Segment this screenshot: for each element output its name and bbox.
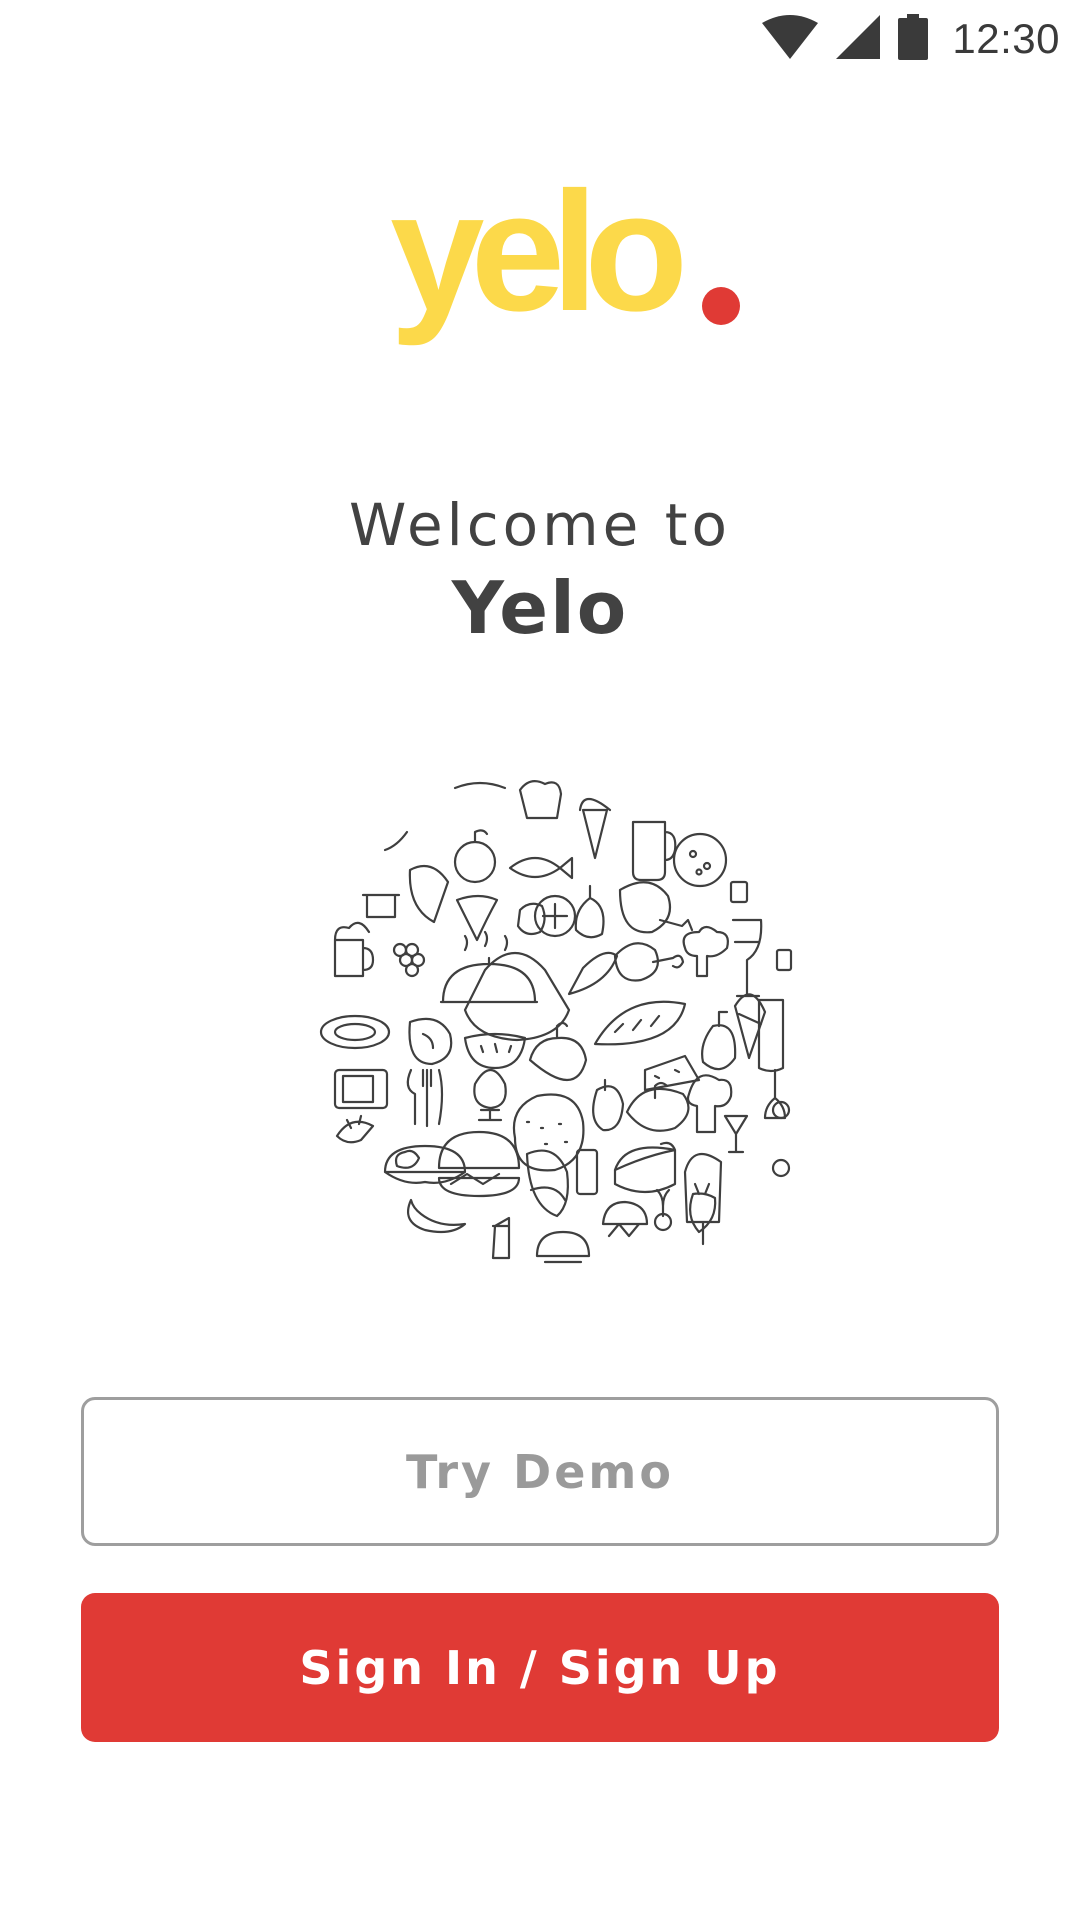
welcome-line: Welcome to (349, 491, 731, 559)
app-name-title: Yelo (451, 566, 629, 650)
battery-icon (898, 13, 929, 65)
welcome-screen: 12:30 yelo Welcome to Yelo Try Demo Sign… (0, 0, 1080, 1920)
logo-wordmark: yelo (390, 157, 688, 347)
status-time: 12:30 (952, 15, 1060, 62)
sign-in-sign-up-button[interactable]: Sign In / Sign Up (81, 1593, 999, 1742)
yelo-logo: yelo (390, 167, 750, 375)
wifi-icon (762, 14, 819, 64)
cellular-signal-icon (836, 14, 881, 64)
logo-dot (702, 287, 740, 325)
status-icons: 12:30 (762, 13, 1060, 65)
status-bar: 12:30 (0, 0, 1080, 80)
food-doodle-circle-illustration (315, 770, 815, 1270)
welcome-heading: Welcome to Yelo (0, 490, 1080, 654)
try-demo-button[interactable]: Try Demo (81, 1397, 999, 1546)
